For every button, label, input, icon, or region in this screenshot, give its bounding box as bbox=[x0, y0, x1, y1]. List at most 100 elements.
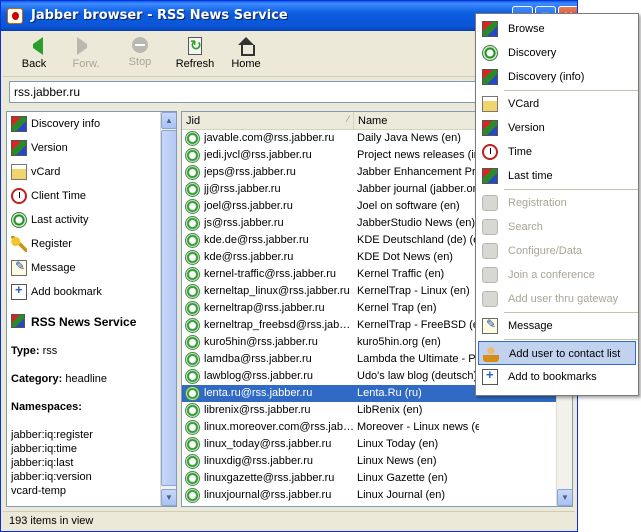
menu-item-label: Registration bbox=[508, 197, 567, 209]
name-cell: kuro5hin.org (en) bbox=[357, 336, 441, 348]
stop-button[interactable]: Stop bbox=[112, 35, 168, 75]
menu-item-vcard[interactable]: VCard bbox=[478, 92, 636, 116]
forward-button[interactable]: Forw. bbox=[58, 35, 114, 75]
feature-item-vcard[interactable]: vCard bbox=[7, 160, 161, 184]
name-cell: Linux Journal (en) bbox=[357, 489, 446, 501]
feature-item-add-bookmark[interactable]: Add bookmark bbox=[7, 280, 161, 304]
namespace-item: jabber:iq:time bbox=[11, 443, 78, 455]
service-status-icon bbox=[185, 369, 200, 384]
service-status-icon bbox=[185, 131, 200, 146]
stop-icon bbox=[132, 37, 148, 53]
discovery-info-icon bbox=[11, 116, 27, 132]
name-cell: Linux Today (en) bbox=[357, 438, 439, 450]
jid-cell: linux.moreover.com@rss.jabb... bbox=[204, 421, 354, 433]
namespace-item: jabber:iq:register bbox=[11, 429, 93, 441]
service-status-icon bbox=[185, 352, 200, 367]
status-text: 193 items in view bbox=[9, 515, 94, 527]
name-cell: KDE Dot News (en) bbox=[357, 251, 453, 263]
scroll-thumb[interactable] bbox=[161, 130, 176, 486]
menu-item-time[interactable]: Time bbox=[478, 140, 636, 164]
service-status-icon bbox=[185, 454, 200, 469]
table-row[interactable]: linuxjournal@rss.jabber.ru Linux Journal … bbox=[182, 487, 556, 504]
scroll-up-icon[interactable]: ▲ bbox=[161, 112, 176, 129]
last-activity-icon bbox=[11, 212, 27, 228]
type-value: rss bbox=[42, 345, 58, 357]
refresh-label: Refresh bbox=[175, 58, 215, 70]
service-name: RSS News Service bbox=[11, 314, 136, 329]
feature-item-version[interactable]: Version bbox=[7, 136, 161, 160]
feature-item-register[interactable]: Register bbox=[7, 232, 161, 256]
column-name-label: Name bbox=[358, 115, 388, 127]
context-menu: Browse Discovery Discovery (info) VCard Vers… bbox=[475, 13, 639, 396]
menu-item-add-user-to-contact-list[interactable]: Add user to contact list bbox=[478, 341, 636, 365]
menu-separator bbox=[504, 90, 638, 91]
version-icon bbox=[482, 120, 498, 136]
menu-item-discovery[interactable]: Discovery bbox=[478, 41, 636, 65]
category-value: headline bbox=[65, 373, 107, 385]
feature-item-label: Register bbox=[31, 238, 72, 250]
name-cell: KDE Deutschland (de) (en bbox=[357, 234, 479, 246]
menu-item-label: Configure/Data bbox=[508, 245, 582, 257]
feature-item-discovery-info[interactable]: Discovery info bbox=[7, 112, 161, 136]
menu-item-label: Last time bbox=[508, 170, 553, 182]
feature-item-client-time[interactable]: Client Time bbox=[7, 184, 161, 208]
menu-item-label: Time bbox=[508, 146, 533, 158]
name-cell: LibRenix (en) bbox=[357, 404, 423, 416]
table-row[interactable]: linuxdig@rss.jabber.ru Linux News (en) bbox=[182, 453, 556, 470]
menu-item-label: Version bbox=[508, 122, 545, 134]
menu-item-version[interactable]: Version bbox=[478, 116, 636, 140]
back-button[interactable]: Back bbox=[6, 35, 62, 75]
gateway-icon bbox=[482, 291, 498, 307]
menu-item-discovery-info[interactable]: Discovery (info) bbox=[478, 65, 636, 89]
menu-separator bbox=[504, 189, 638, 190]
feature-item-message[interactable]: Message bbox=[7, 256, 161, 280]
menu-item-message[interactable]: Message bbox=[478, 314, 636, 338]
service-status-icon bbox=[185, 471, 200, 486]
service-status-icon bbox=[185, 301, 200, 316]
name-cell: Linux Gazette (en) bbox=[357, 472, 448, 484]
info-panel-scrollbar[interactable]: ▲ ▼ bbox=[160, 112, 176, 506]
menu-item-label: Join a conference bbox=[508, 269, 595, 281]
menu-item-browse[interactable]: Browse bbox=[478, 17, 636, 41]
scroll-down-icon[interactable]: ▼ bbox=[557, 489, 572, 506]
jid-cell: lamdba@rss.jabber.ru bbox=[204, 353, 312, 365]
service-status-icon bbox=[185, 420, 200, 435]
service-status-icon bbox=[185, 403, 200, 418]
menu-item-add-user-thru-gateway: Add user thru gateway bbox=[478, 287, 636, 311]
service-status-icon bbox=[185, 216, 200, 231]
name-cell: JabberStudio News (en) bbox=[357, 217, 476, 229]
name-cell: KernelTrap - Linux (en) bbox=[357, 285, 470, 297]
namespace-item: jabber:iq:last bbox=[11, 457, 74, 469]
name-cell: KernelTrap - FreeBSD (en bbox=[357, 319, 479, 331]
jid-cell: kerneltap_linux@rss.jabber.ru bbox=[204, 285, 350, 297]
table-row[interactable]: linux_today@rss.jabber.ru Linux Today (en… bbox=[182, 436, 556, 453]
menu-item-last-time[interactable]: Last time bbox=[478, 164, 636, 188]
service-status-icon bbox=[185, 233, 200, 248]
table-row[interactable]: linuxgazette@rss.jabber.ru Linux Gazette … bbox=[182, 470, 556, 487]
menu-item-join-a-conference: Join a conference bbox=[478, 263, 636, 287]
name-cell: Lambda the Ultimate - Pr. bbox=[357, 353, 479, 365]
service-status-icon bbox=[185, 335, 200, 350]
menu-separator bbox=[504, 312, 638, 313]
menu-item-add-to-bookmarks[interactable]: Add to bookmarks bbox=[478, 365, 636, 389]
feature-item-label: Last activity bbox=[31, 214, 89, 226]
home-button[interactable]: Home bbox=[218, 35, 274, 75]
jid-cell: librenix@rss.jabber.ru bbox=[204, 404, 311, 416]
column-jid-label: Jid bbox=[186, 115, 201, 127]
namespaces-list: jabber:iq:register jabber:iq:time jabber:i… bbox=[11, 428, 93, 498]
scroll-down-icon[interactable]: ▼ bbox=[161, 489, 176, 506]
table-row[interactable]: librenix@rss.jabber.ru LibRenix (en) bbox=[182, 402, 556, 419]
name-cell: Moreover - Linux news (en bbox=[357, 421, 479, 433]
menu-item-label: Message bbox=[508, 320, 553, 332]
service-status-icon bbox=[185, 165, 200, 180]
home-icon bbox=[237, 37, 255, 56]
feature-item-last-activity[interactable]: Last activity bbox=[7, 208, 161, 232]
name-cell: Daily Java News (en) bbox=[357, 132, 461, 144]
jid-cell: joel@rss.jabber.ru bbox=[204, 200, 293, 212]
home-label: Home bbox=[231, 58, 261, 70]
table-row[interactable]: linux.moreover.com@rss.jabb... Moreover -… bbox=[182, 419, 556, 436]
column-header-jid[interactable]: Jid ⁄ bbox=[182, 112, 354, 130]
refresh-button[interactable]: Refresh bbox=[167, 35, 223, 75]
jid-cell: jedi.jvcl@rss.jabber.ru bbox=[204, 149, 312, 161]
menu-item-configure-data: Configure/Data bbox=[478, 239, 636, 263]
